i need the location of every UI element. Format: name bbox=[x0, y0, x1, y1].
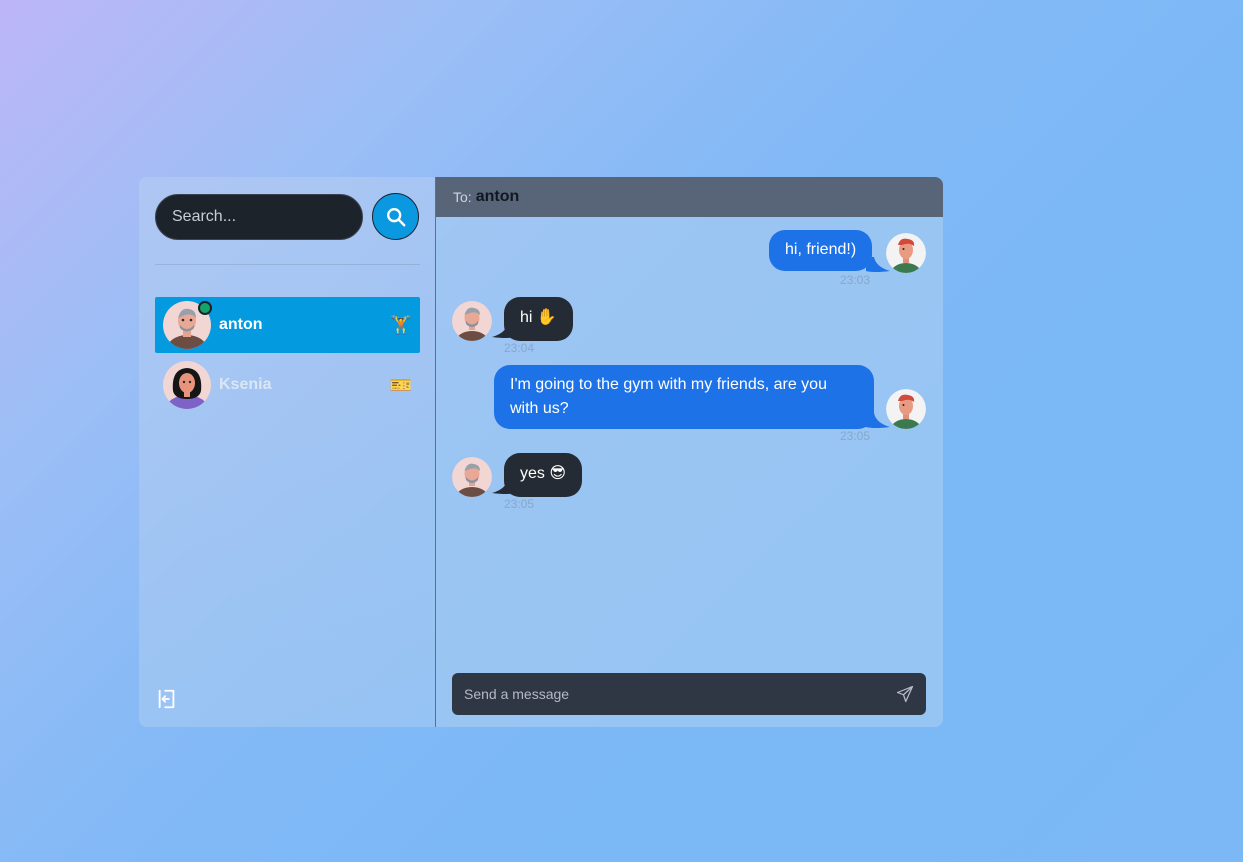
contact-name: anton bbox=[219, 316, 263, 333]
search-input[interactable] bbox=[155, 193, 363, 240]
message-timestamp: 23:04 bbox=[504, 341, 535, 355]
avatar bbox=[163, 301, 212, 349]
message-timestamp: 23:05 bbox=[840, 429, 871, 443]
message-bubble-incoming: hi ✋ bbox=[504, 297, 573, 341]
chat-header: To: anton bbox=[436, 177, 943, 217]
message-text: yes 😎 bbox=[520, 465, 567, 482]
send-icon bbox=[896, 685, 914, 703]
avatar bbox=[452, 301, 492, 341]
message-text: hi, friend!) bbox=[785, 241, 857, 258]
message-timestamp: 23:05 bbox=[504, 497, 535, 511]
sidebar-divider bbox=[155, 264, 420, 265]
message-bubble-outgoing: I'm going to the gym with my friends, ar… bbox=[494, 365, 874, 429]
contact-item-anton[interactable]: anton 🏋️ bbox=[155, 297, 420, 353]
message-bubble-incoming: yes 😎 bbox=[504, 453, 583, 497]
message-input[interactable] bbox=[462, 685, 894, 703]
avatar bbox=[886, 233, 926, 273]
weightlifter-icon: 🏋️ bbox=[389, 314, 412, 335]
avatar bbox=[163, 361, 211, 409]
search-row bbox=[155, 193, 419, 240]
avatar bbox=[452, 457, 492, 497]
search-icon bbox=[386, 207, 405, 226]
contact-name: Ksenia bbox=[219, 376, 272, 393]
chat-panel: To: anton hi, friend!) 23:03 hi ✋ 23:04 … bbox=[436, 177, 943, 727]
logout-button[interactable] bbox=[156, 688, 178, 710]
recipient-name: anton bbox=[475, 188, 520, 205]
avatar bbox=[886, 389, 926, 429]
message-text: hi ✋ bbox=[520, 309, 557, 326]
recipient-label: To: bbox=[453, 189, 472, 205]
ticket-icon: 🎫 bbox=[389, 374, 412, 395]
logout-icon bbox=[158, 689, 175, 709]
chat-app-window: anton 🏋️ Ksenia bbox=[139, 177, 943, 727]
sidebar: anton 🏋️ Ksenia bbox=[139, 177, 436, 727]
search-button[interactable] bbox=[372, 193, 419, 240]
message-timestamp: 23:03 bbox=[840, 273, 871, 287]
online-status-indicator bbox=[198, 301, 212, 315]
contact-item-ksenia[interactable]: Ksenia 🎫 bbox=[155, 357, 420, 413]
send-button[interactable] bbox=[894, 683, 916, 705]
message-bubble-outgoing: hi, friend!) bbox=[769, 230, 873, 271]
message-text: I'm going to the gym with my friends, ar… bbox=[510, 376, 827, 417]
message-composer bbox=[452, 673, 926, 715]
